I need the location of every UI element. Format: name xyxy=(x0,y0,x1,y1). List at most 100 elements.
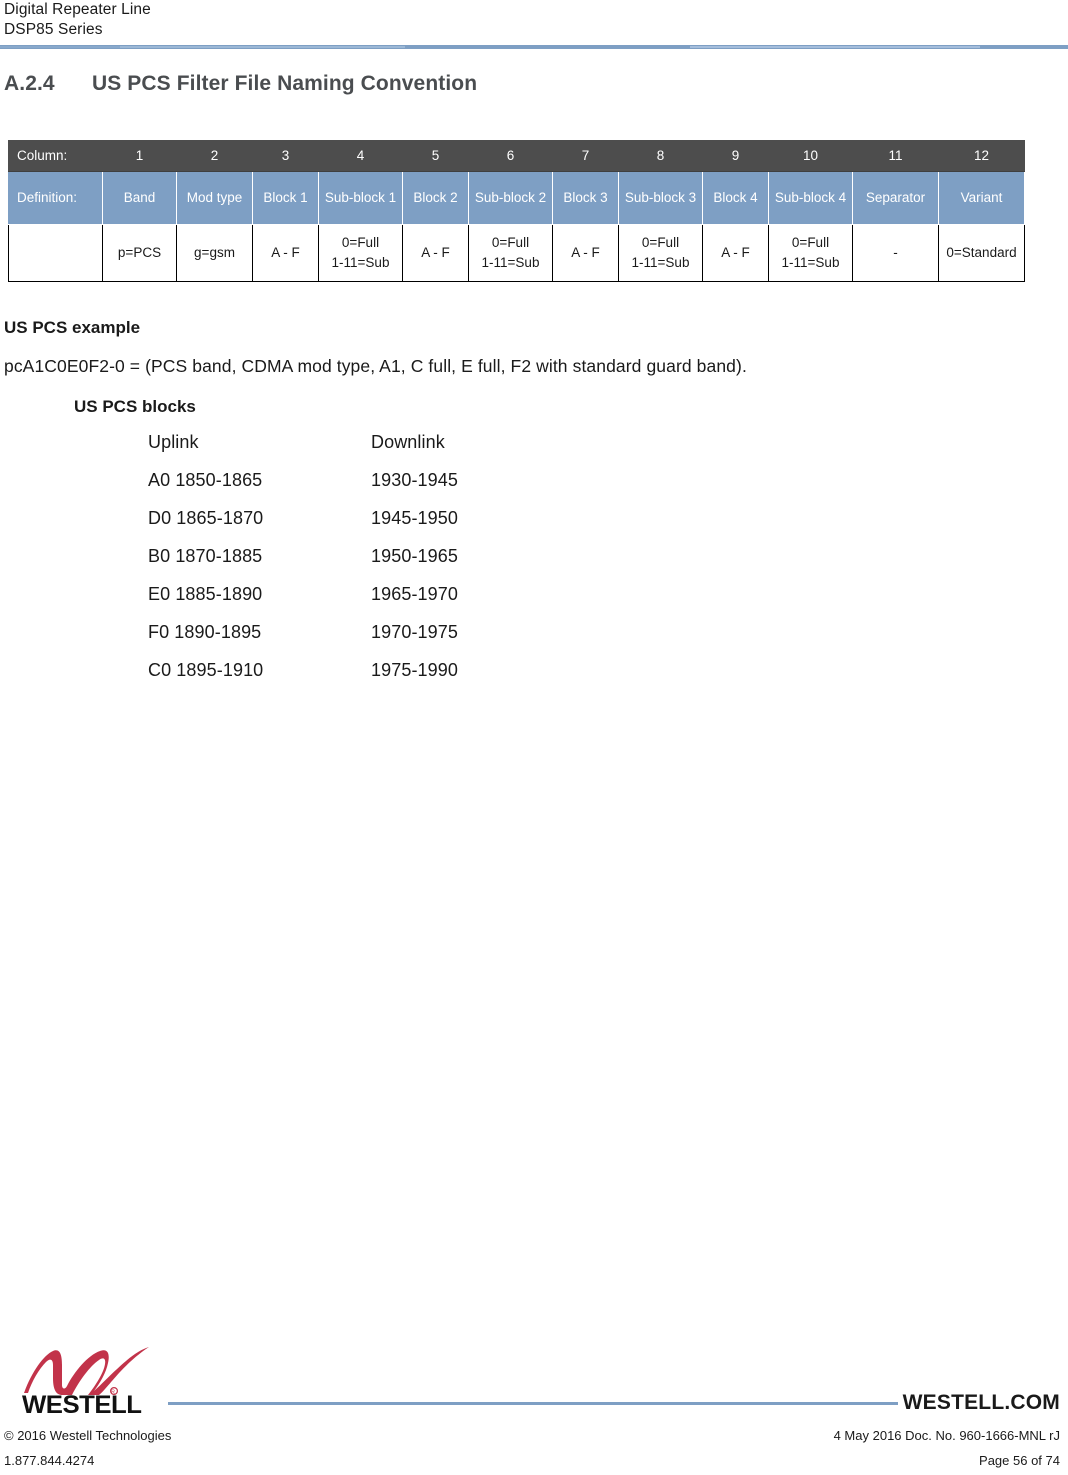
value-line: - xyxy=(893,245,898,260)
value-cell: p=PCS xyxy=(102,224,177,282)
value-cell: 0=Full 1-11=Sub xyxy=(468,224,553,282)
column-number-cell: 10 xyxy=(768,140,853,172)
definition-cell: Sub-block 2 xyxy=(468,171,553,225)
value-line: g=gsm xyxy=(194,245,235,260)
footer-copyright: © 2016 Westell Technologies xyxy=(4,1428,172,1443)
definition-cell: Block 3 xyxy=(552,171,619,225)
filter-naming-convention-table: Column: 1 2 3 4 5 6 7 8 9 10 11 12 Defin… xyxy=(8,140,1025,282)
definition-cell: Sub-block 3 xyxy=(618,171,703,225)
column-number-cell: 3 xyxy=(252,140,319,172)
page-header: Digital Repeater Line DSP85 Series xyxy=(0,0,1068,52)
column-number-cell: 12 xyxy=(938,140,1025,172)
column-number-cell: 7 xyxy=(552,140,619,172)
us-pcs-blocks-heading: US PCS blocks xyxy=(74,397,196,416)
value-line: A - F xyxy=(271,245,300,260)
row-label-values xyxy=(8,224,103,282)
blocks-uplink-value: C0 1895-1910 xyxy=(148,660,264,680)
definition-cell: Mod type xyxy=(176,171,253,225)
value-cell: 0=Full 1-11=Sub xyxy=(618,224,703,282)
column-number-cell: 4 xyxy=(318,140,403,172)
column-number-cell: 8 xyxy=(618,140,703,172)
footer-rule-right xyxy=(640,1402,898,1405)
value-cell: 0=Standard xyxy=(938,224,1025,282)
definition-cell: Variant xyxy=(938,171,1025,225)
blocks-uplink-value: A0 1850-1865 xyxy=(148,470,263,490)
value-cell: 0=Full 1-11=Sub xyxy=(318,224,403,282)
us-pcs-example-heading: US PCS example xyxy=(4,318,141,337)
table-row-column-numbers: Column: 1 2 3 4 5 6 7 8 9 10 11 12 xyxy=(8,140,1025,172)
definition-cell: Block 4 xyxy=(702,171,769,225)
blocks-uplink-value: D0 1865-1870 xyxy=(148,508,264,528)
blocks-downlink-value: 1945-1950 xyxy=(371,508,458,528)
value-cell: g=gsm xyxy=(176,224,253,282)
value-cell: A - F xyxy=(702,224,769,282)
column-number-cell: 1 xyxy=(102,140,177,172)
westell-swoosh-icon: R xyxy=(24,1347,149,1395)
value-cell: A - F xyxy=(552,224,619,282)
column-number-cell: 5 xyxy=(402,140,469,172)
blocks-col-header-downlink: Downlink xyxy=(371,432,445,452)
blocks-uplink-value: E0 1885-1890 xyxy=(148,584,263,604)
blocks-downlink-value: 1965-1970 xyxy=(371,584,458,604)
value-line: 1-11=Sub xyxy=(481,255,540,270)
value-line: 0=Full xyxy=(341,235,380,250)
value-line: 0=Standard xyxy=(946,245,1017,260)
list-item: E0 1885-1890 1965-1970 xyxy=(148,584,571,622)
blocks-col-header-uplink: Uplink xyxy=(148,432,199,452)
table-row-values: p=PCS g=gsm A - F 0=Full 1-11=Sub A - F 0… xyxy=(8,224,1025,282)
list-item: A0 1850-1865 1930-1945 xyxy=(148,470,571,508)
blocks-downlink-value: 1970-1975 xyxy=(371,622,458,642)
list-item: F0 1890-1895 1970-1975 xyxy=(148,622,571,660)
header-product-series: DSP85 Series xyxy=(4,21,103,38)
us-pcs-blocks-list: Uplink Downlink A0 1850-1865 1930-1945 D… xyxy=(148,432,571,698)
value-line: A - F xyxy=(571,245,600,260)
blocks-downlink-value: 1975-1990 xyxy=(371,660,458,680)
definition-cell: Sub-block 4 xyxy=(768,171,853,225)
row-label-column: Column: xyxy=(8,140,103,172)
list-item: B0 1870-1885 1950-1965 xyxy=(148,546,571,584)
footer-page-number: Page 56 of 74 xyxy=(979,1453,1060,1468)
page-footer: R WESTELL WESTELL.COM © 2016 Westell Tec… xyxy=(0,1345,1068,1475)
list-item: C0 1895-1910 1975-1990 xyxy=(148,660,571,698)
header-divider-rule xyxy=(0,45,1068,49)
value-line: 0=Full xyxy=(641,235,680,250)
value-cell: - xyxy=(852,224,939,282)
footer-website: WESTELL.COM xyxy=(902,1391,1060,1414)
definition-cell: Sub-block 1 xyxy=(318,171,403,225)
westell-logo: R WESTELL xyxy=(22,1345,162,1419)
westell-wordmark: WESTELL xyxy=(22,1391,142,1419)
definition-cell: Block 1 xyxy=(252,171,319,225)
value-line: 1-11=Sub xyxy=(781,255,840,270)
definition-cell: Separator xyxy=(852,171,939,225)
footer-doc-info: 4 May 2016 Doc. No. 960-1666-MNL rJ xyxy=(833,1428,1060,1443)
section-title-text: US PCS Filter File Naming Convention xyxy=(92,72,478,95)
value-cell: A - F xyxy=(402,224,469,282)
list-item: D0 1865-1870 1945-1950 xyxy=(148,508,571,546)
value-cell: 0=Full 1-11=Sub xyxy=(768,224,853,282)
value-cell: A - F xyxy=(252,224,319,282)
value-line: A - F xyxy=(421,245,450,260)
blocks-uplink-value: F0 1890-1895 xyxy=(148,622,262,642)
definition-cell: Band xyxy=(102,171,177,225)
table-row-definitions: Definition: Band Mod type Block 1 Sub-bl… xyxy=(8,171,1025,225)
footer-phone: 1.877.844.4274 xyxy=(4,1453,95,1468)
blocks-header-row: Uplink Downlink xyxy=(148,432,571,470)
value-line: 0=Full xyxy=(791,235,830,250)
blocks-downlink-value: 1950-1965 xyxy=(371,546,458,566)
value-line: A - F xyxy=(721,245,750,260)
column-number-cell: 9 xyxy=(702,140,769,172)
section-heading: A.2.4 US PCS Filter File Naming Conventio… xyxy=(4,72,904,96)
column-number-cell: 6 xyxy=(468,140,553,172)
us-pcs-example-text: pcA1C0E0F2-0 = (PCS band, CDMA mod type,… xyxy=(4,356,747,376)
value-line: 1-11=Sub xyxy=(331,255,390,270)
blocks-uplink-value: B0 1870-1885 xyxy=(148,546,263,566)
section-number: A.2.4 xyxy=(4,72,55,95)
column-number-cell: 2 xyxy=(176,140,253,172)
column-number-cell: 11 xyxy=(852,140,939,172)
row-label-definition: Definition: xyxy=(8,171,103,225)
value-line: 0=Full xyxy=(491,235,530,250)
header-product-line: Digital Repeater Line xyxy=(4,1,151,18)
definition-cell: Block 2 xyxy=(402,171,469,225)
blocks-downlink-value: 1930-1945 xyxy=(371,470,458,490)
value-line: p=PCS xyxy=(117,245,162,260)
